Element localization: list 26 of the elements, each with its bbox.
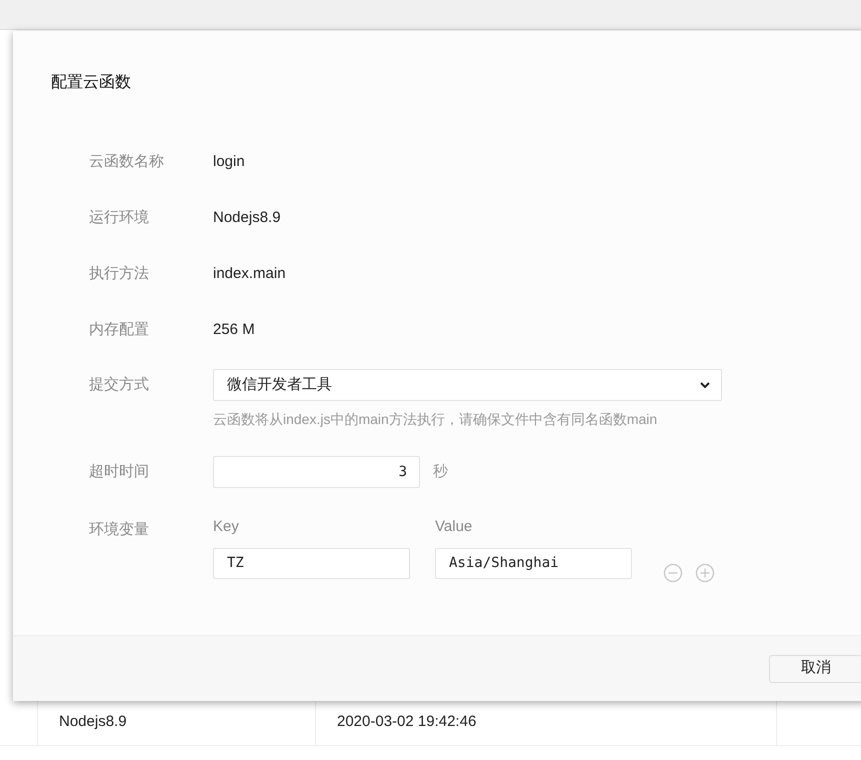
chevron-down-icon <box>699 381 711 389</box>
value-field[interactable]: Asia/Shanghai <box>435 548 632 578</box>
field-value: index.main <box>213 264 286 284</box>
column-header: Key <box>213 517 240 537</box>
unit-label: 秒 <box>433 462 448 482</box>
field-label: 内存配置 <box>89 320 150 340</box>
field-label: 超时时间 <box>89 462 150 482</box>
key-field[interactable]: TZ <box>213 548 410 578</box>
field-value: Nodejs8.9 <box>213 208 281 228</box>
dropdown[interactable]: 微信开发者工具 <box>213 369 722 401</box>
column-header: Value <box>435 517 472 537</box>
cancel-button[interactable]: 取消 <box>769 654 861 682</box>
dialog-title: 配置云函数 <box>51 73 131 93</box>
field-label: 云函数名称 <box>89 152 165 172</box>
remove-icon[interactable] <box>663 563 683 583</box>
field-label: 执行方法 <box>89 264 150 284</box>
field-value: login <box>213 152 245 172</box>
field-value: 256 M <box>213 320 255 340</box>
table-cell-text: Nodejs8.9 <box>59 712 127 732</box>
table-cell-text: 2020-03-02 19:42:46 <box>337 712 476 732</box>
number-field[interactable]: 3 <box>213 456 420 488</box>
field-label: 环境变量 <box>89 520 150 540</box>
add-icon[interactable] <box>695 563 715 583</box>
hint-text: 云函数将从index.js中的main方法执行，请确保文件中含有同名函数main <box>213 410 658 429</box>
field-label: 提交方式 <box>89 375 150 395</box>
field-label: 运行环境 <box>89 208 150 228</box>
